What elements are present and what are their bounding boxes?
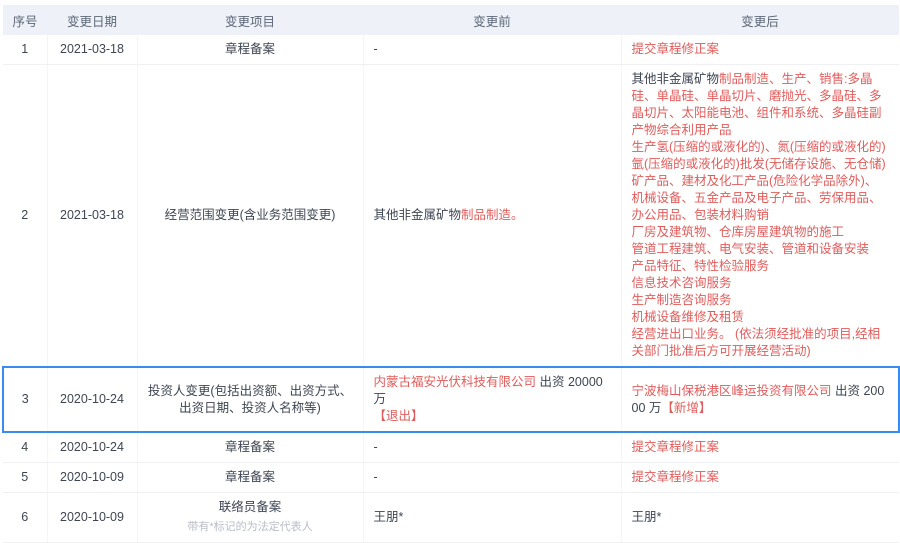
changed-text: 提交章程修正案 xyxy=(632,470,720,484)
change-records-page: 序号 变更日期 变更项目 变更前 变更后 12021-03-18 章程备案 - 提交章… xyxy=(0,0,900,543)
changed-text: 【退出】 xyxy=(374,409,424,423)
cell-text: 王朋* xyxy=(632,510,662,524)
cell-change-item: 经营范围变更(含业务范围变更) xyxy=(137,65,363,368)
cell-change-item: 章程备案 xyxy=(137,432,363,463)
cell-no: 4 xyxy=(3,432,47,463)
cell-no: 2 xyxy=(3,65,47,368)
cell-change-date: 2021-03-18 xyxy=(47,65,137,368)
cell-after-change: 其他非金属矿物制品制造、生产、销售:多晶硅、单晶硅、单晶切片、磨抛光、多晶硅、多… xyxy=(621,65,899,368)
changed-text: 宁波梅山保税港区峰运投资有限公司 xyxy=(632,384,832,398)
change-item-label: 章程备案 xyxy=(148,439,353,456)
cell-no: 5 xyxy=(3,463,47,493)
cell-text: - xyxy=(374,470,378,484)
change-item-label: 章程备案 xyxy=(148,41,353,58)
table-row[interactable]: 42020-10-24 章程备案 - 提交章程修正案 xyxy=(3,432,899,463)
changed-text: 制品制造。 xyxy=(461,208,524,222)
table-body: 12021-03-18 章程备案 - 提交章程修正案 22021-03-18 经营范围变更… xyxy=(3,35,899,543)
change-item-label: 投资人变更(包括出资额、出资方式、出资日期、投资人名称等) xyxy=(148,383,353,417)
cell-text: 其他非金属矿物 xyxy=(632,72,720,86)
cell-change-date: 2020-10-24 xyxy=(47,432,137,463)
table-row[interactable]: 22021-03-18经营范围变更(含业务范围变更)其他非金属矿物制品制造。其他… xyxy=(3,65,899,368)
changed-text: 内蒙古福安光伏科技有限公司 xyxy=(374,375,537,389)
table-header: 序号 变更日期 变更项目 变更前 变更后 xyxy=(3,5,899,35)
cell-before-change: - xyxy=(363,463,621,493)
cell-change-date: 2021-03-18 xyxy=(47,35,137,65)
table-row[interactable]: 52020-10-09 章程备案 - 提交章程修正案 xyxy=(3,463,899,493)
cell-after-change: 提交章程修正案 xyxy=(621,432,899,463)
header-change-date: 变更日期 xyxy=(47,5,137,35)
change-item-label: 经营范围变更(含业务范围变更) xyxy=(148,207,353,224)
cell-text: - xyxy=(374,42,378,56)
changed-text: 提交章程修正案 xyxy=(632,42,720,56)
cell-change-date: 2020-10-09 xyxy=(47,463,137,493)
cell-change-item: 投资人变更(包括出资额、出资方式、出资日期、投资人名称等) xyxy=(137,367,363,432)
cell-after-change: 宁波梅山保税港区峰运投资有限公司 出资 20000 万【新增】 xyxy=(621,367,899,432)
changed-text: 【新增】 xyxy=(661,401,711,415)
cell-no: 6 xyxy=(3,493,47,543)
change-item-label: 章程备案 xyxy=(148,469,353,486)
changed-text: 提交章程修正案 xyxy=(632,440,720,454)
change-item-label: 联络员备案 xyxy=(148,499,353,516)
header-change-item: 变更项目 xyxy=(137,5,363,35)
cell-text: 其他非金属矿物 xyxy=(374,208,462,222)
header-after-change: 变更后 xyxy=(621,5,899,35)
cell-before-change: - xyxy=(363,35,621,65)
cell-after-change: 提交章程修正案 xyxy=(621,35,899,65)
cell-no: 3 xyxy=(3,367,47,432)
changed-text: 制品制造、生产、销售:多晶硅、单晶硅、单晶切片、磨抛光、多晶硅、多晶切片、太阳能… xyxy=(632,72,886,358)
cell-text: - xyxy=(374,440,378,454)
header-no: 序号 xyxy=(3,5,47,35)
cell-change-date: 2020-10-24 xyxy=(47,367,137,432)
cell-text: 王朋* xyxy=(374,510,404,524)
table-row-selected[interactable]: 32020-10-24 投资人变更(包括出资额、出资方式、出资日期、投资人名称等)… xyxy=(3,367,899,432)
cell-change-date: 2020-10-09 xyxy=(47,493,137,543)
change-records-table: 序号 变更日期 变更项目 变更前 变更后 12021-03-18 章程备案 - 提交章… xyxy=(2,5,900,543)
change-item-note: 带有*标记的为法定代表人 xyxy=(148,519,353,536)
table-row[interactable]: 12021-03-18 章程备案 - 提交章程修正案 xyxy=(3,35,899,65)
cell-change-item: 联络员备案带有*标记的为法定代表人 xyxy=(137,493,363,543)
cell-before-change: 内蒙古福安光伏科技有限公司 出资 20000 万 【退出】 xyxy=(363,367,621,432)
cell-after-change: 提交章程修正案 xyxy=(621,463,899,493)
cell-before-change: - xyxy=(363,432,621,463)
cell-no: 1 xyxy=(3,35,47,65)
cell-change-item: 章程备案 xyxy=(137,35,363,65)
table-row[interactable]: 62020-10-09联络员备案带有*标记的为法定代表人王朋*王朋* xyxy=(3,493,899,543)
cell-after-change: 王朋* xyxy=(621,493,899,543)
cell-before-change: 其他非金属矿物制品制造。 xyxy=(363,65,621,368)
cell-before-change: 王朋* xyxy=(363,493,621,543)
cell-change-item: 章程备案 xyxy=(137,463,363,493)
header-before-change: 变更前 xyxy=(363,5,621,35)
